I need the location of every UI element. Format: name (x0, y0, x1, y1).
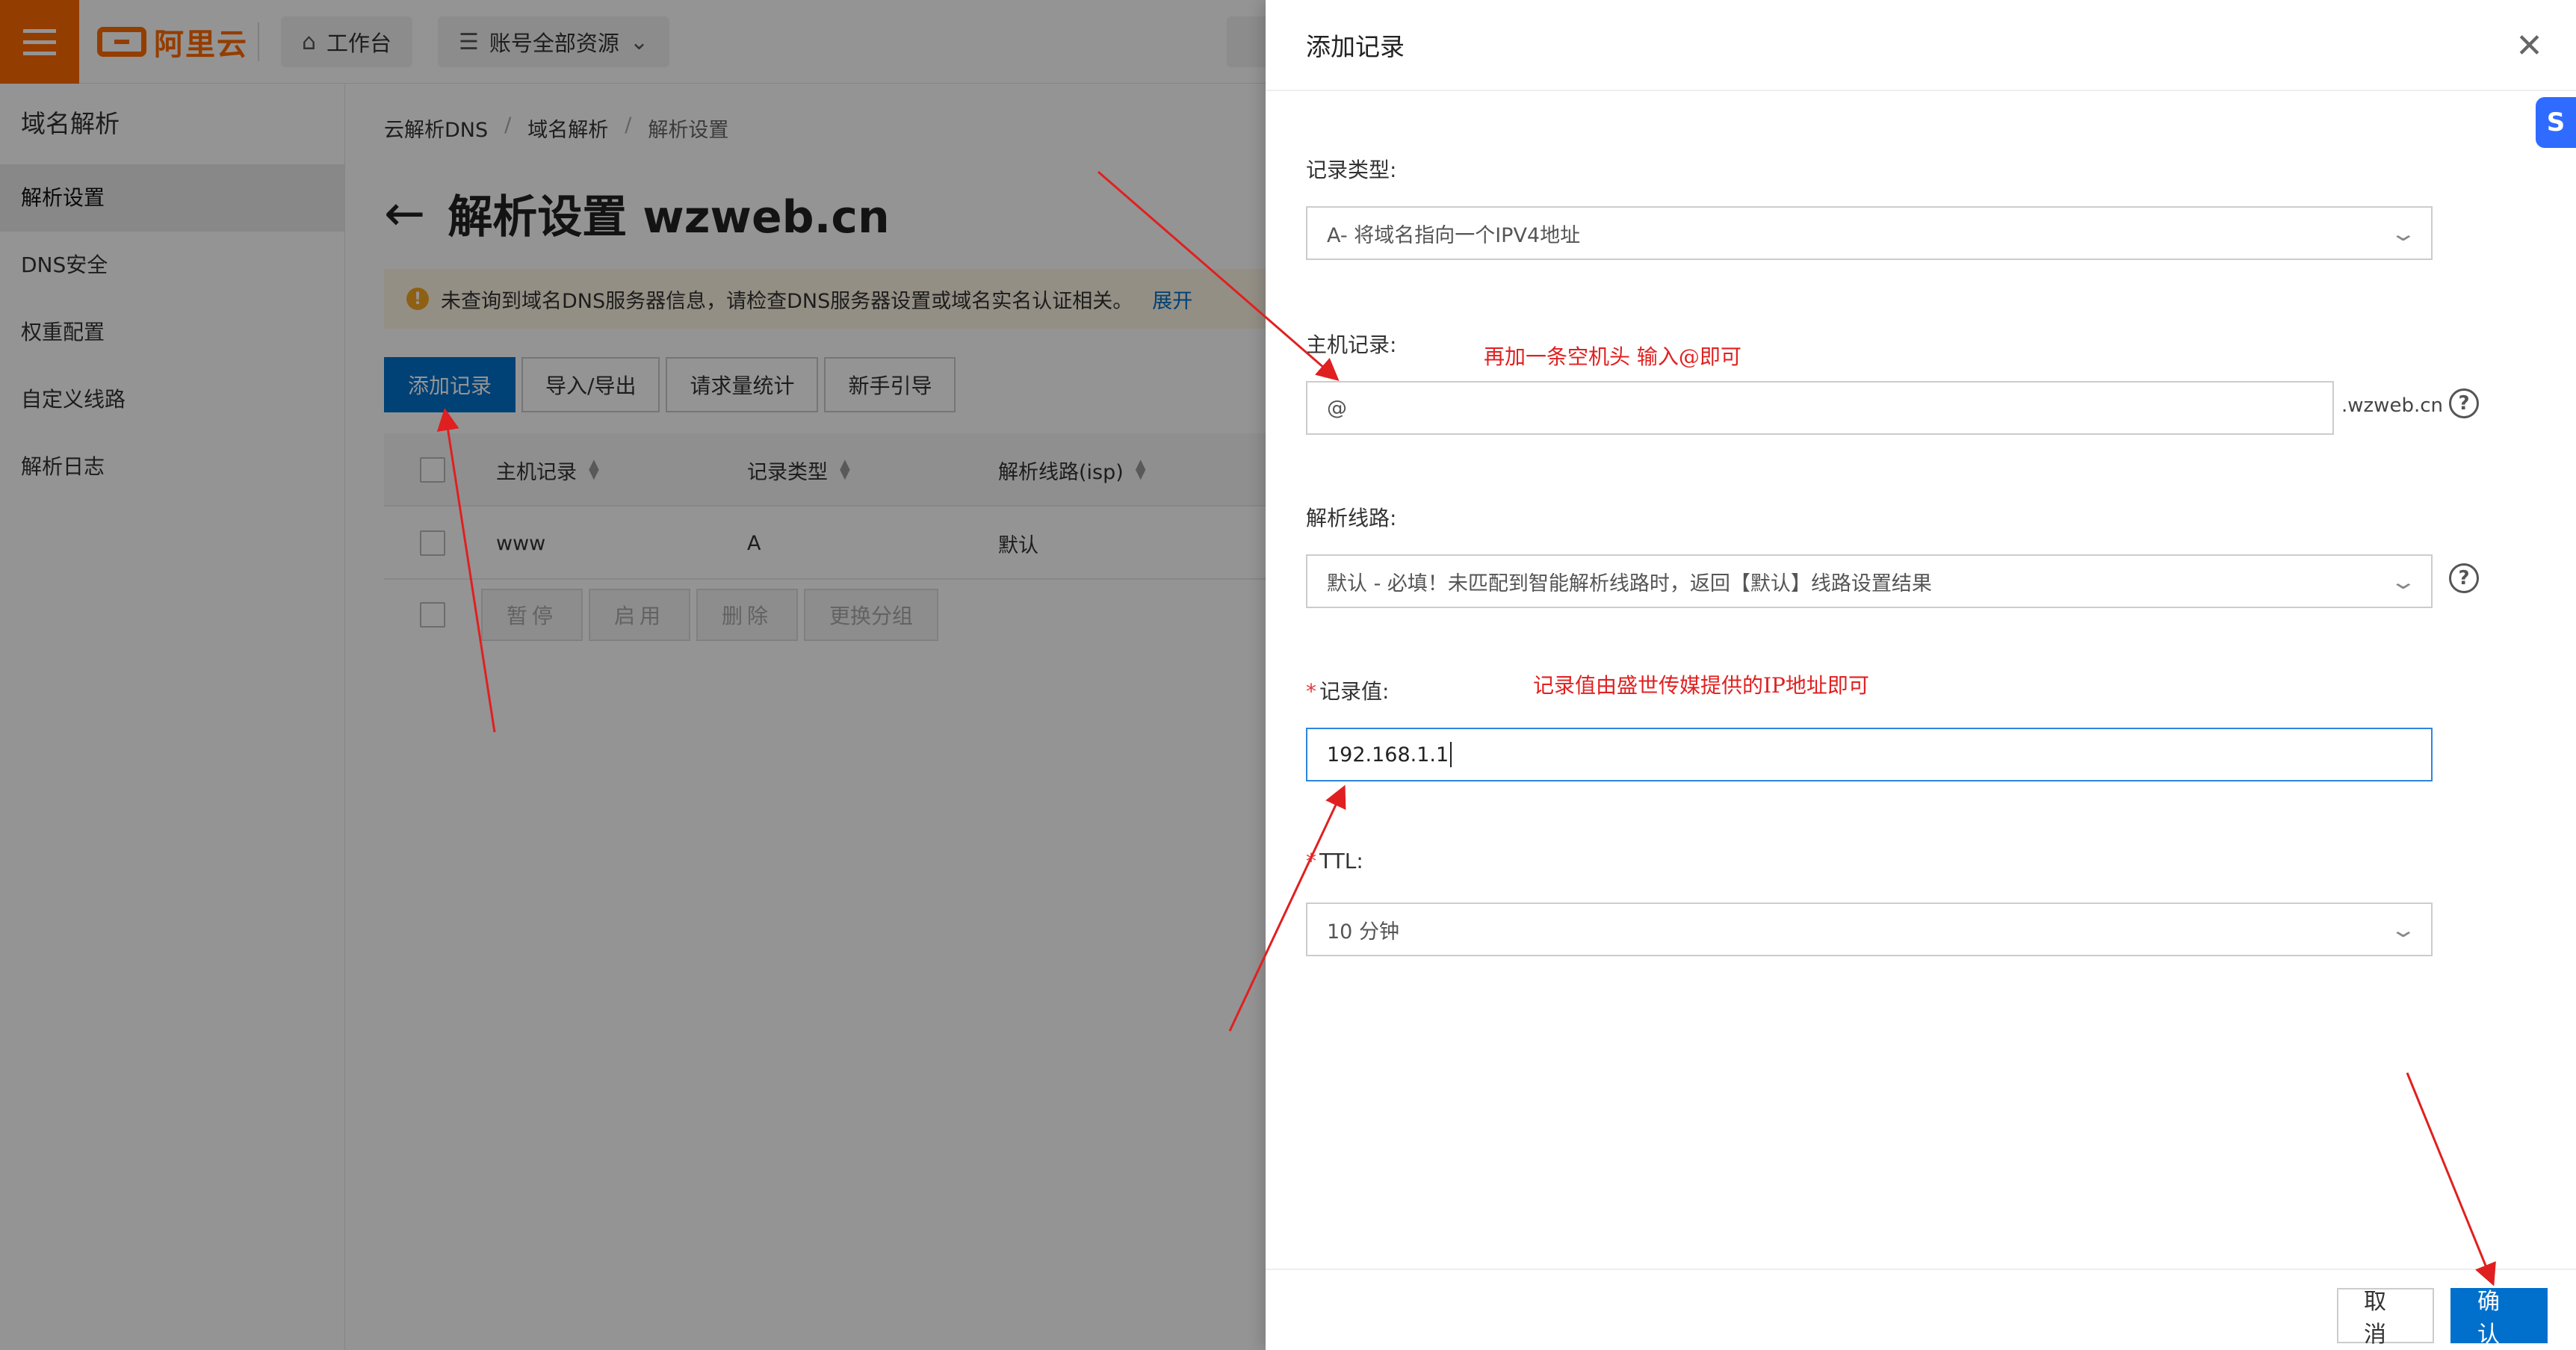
assistant-icon[interactable]: S (2536, 97, 2576, 148)
drawer-header: 添加记录 (1266, 0, 2576, 91)
ttl-label-row: * TTL: (1306, 849, 1363, 873)
ttl-label: TTL: (1319, 849, 1363, 873)
text-caret (1450, 742, 1452, 767)
drawer-footer: 取 消 确 认 (1266, 1269, 2576, 1350)
record-type-select[interactable]: A- 将域名指向一个IPV4地址 ⌄ (1306, 206, 2433, 260)
help-icon[interactable]: ? (2449, 563, 2479, 593)
chevron-down-icon: ⌄ (2388, 221, 2418, 246)
host-record-value: @ (1327, 396, 1347, 420)
host-annotation: 再加一条空机头 输入@即可 (1484, 344, 1741, 369)
line-value: 默认 - 必填！未匹配到智能解析线路时，返回【默认】线路设置结果 (1327, 572, 1932, 595)
modal-overlay[interactable] (0, 0, 1266, 1350)
chevron-down-icon: ⌄ (2388, 917, 2418, 942)
record-value-input[interactable]: 192.168.1.1 (1306, 728, 2433, 781)
line-select[interactable]: 默认 - 必填！未匹配到智能解析线路时，返回【默认】线路设置结果 ⌄ (1306, 554, 2433, 608)
record-type-value: A- 将域名指向一个IPV4地址 (1327, 223, 1581, 247)
ttl-select[interactable]: 10 分钟 ⌄ (1306, 902, 2433, 956)
record-type-label: 记录类型: (1306, 158, 1397, 182)
value-annotation: 记录值由盛世传媒提供的IP地址即可 (1533, 673, 1869, 698)
help-icon[interactable]: ? (2449, 388, 2479, 418)
add-record-drawer: 添加记录 ✕ S 记录类型: A- 将域名指向一个IPV4地址 ⌄ 主机记录: … (1266, 0, 2576, 1350)
domain-suffix: .wzweb.cn (2341, 394, 2443, 417)
host-record-input[interactable]: @ (1306, 381, 2334, 435)
chevron-down-icon: ⌄ (2388, 569, 2418, 594)
drawer-title: 添加记录 (1306, 32, 1405, 61)
record-value-label-row: * 记录值: (1306, 675, 1389, 705)
cancel-button[interactable]: 取 消 (2337, 1288, 2434, 1348)
record-value-value: 192.168.1.1 (1327, 743, 1449, 767)
line-label: 解析线路: (1306, 506, 1397, 530)
confirm-button[interactable]: 确 认 (2450, 1288, 2548, 1348)
close-icon[interactable]: ✕ (2515, 30, 2543, 63)
required-mark: * (1306, 849, 1316, 873)
required-mark: * (1306, 679, 1316, 704)
ttl-value: 10 分钟 (1327, 920, 1399, 944)
record-value-label: 记录值: (1319, 679, 1390, 704)
host-record-label: 主机记录: (1306, 332, 1397, 357)
